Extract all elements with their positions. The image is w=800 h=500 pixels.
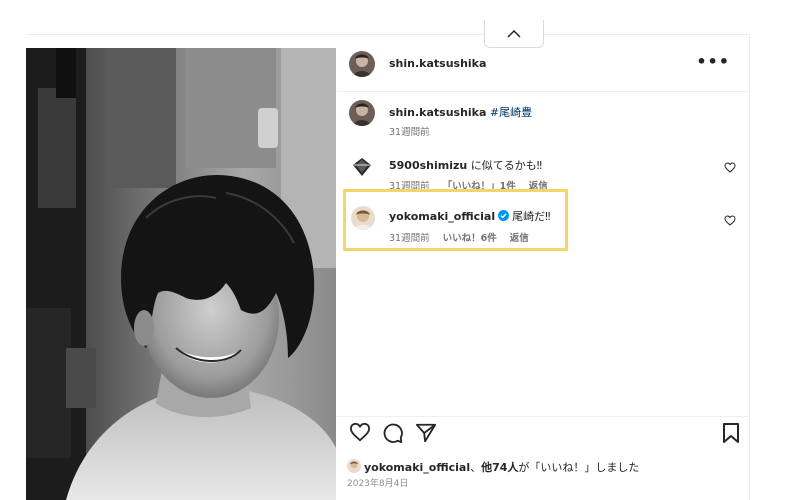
post-date: 2023年8月4日	[347, 479, 409, 489]
author-avatar[interactable]	[349, 51, 375, 77]
comment-2-time[interactable]: 31週間前	[389, 233, 430, 244]
caption-username[interactable]: shin.katsushika	[389, 106, 486, 119]
caption-avatar[interactable]	[349, 100, 375, 126]
comment-1-text: 5900shimizu に似てるかも‼	[389, 157, 542, 173]
more-options-button[interactable]: •••	[696, 52, 730, 71]
post-photo[interactable]	[26, 48, 336, 500]
top-band	[0, 0, 800, 34]
caption-text: shin.katsushika #尾崎豊	[389, 104, 532, 120]
bookmark-icon[interactable]	[722, 422, 740, 444]
liker-avatar[interactable]	[347, 459, 361, 473]
likes-summary: yokomaki_official、他74人が「いいね！」しました	[347, 459, 639, 475]
post-details: shin.katsushika ••• shin.katsushika #尾崎豊…	[337, 34, 750, 500]
comment-2-reply-button[interactable]: 返信	[510, 233, 529, 244]
collapse-button[interactable]	[484, 20, 544, 48]
comment-2-like-heart-icon[interactable]	[724, 215, 736, 226]
chevron-up-icon	[507, 29, 521, 38]
post-image	[26, 48, 336, 500]
actions-divider	[337, 416, 750, 417]
verified-badge-icon	[498, 210, 510, 221]
comment-2-text: yokomaki_official 尾崎だ‼	[389, 208, 550, 224]
comment-1-like-heart-icon[interactable]	[724, 162, 736, 173]
comment-2-meta: 31週間前 いいね！6件 返信	[389, 230, 539, 244]
share-icon[interactable]	[415, 422, 437, 444]
caption-hashtag[interactable]: #尾崎豊	[490, 106, 532, 119]
likes-summary-sep: 、	[470, 461, 482, 474]
heart-icon[interactable]	[349, 422, 371, 442]
likes-summary-others[interactable]: 他74人	[481, 461, 518, 474]
author-username[interactable]: shin.katsushika	[389, 57, 486, 70]
comment-2-likes[interactable]: いいね！6件	[443, 233, 497, 244]
comment-1-username[interactable]: 5900shimizu	[389, 159, 467, 172]
comment-2-body: 尾崎だ‼	[512, 210, 551, 223]
comment-1-body: に似てるかも‼	[470, 159, 543, 172]
comment-avatar-1[interactable]	[351, 156, 373, 178]
comment-2-username[interactable]: yokomaki_official	[389, 210, 495, 223]
diamond-logo-icon	[353, 158, 371, 176]
caption-time[interactable]: 31週間前	[389, 127, 430, 138]
comment-icon[interactable]	[382, 422, 404, 444]
likes-summary-user[interactable]: yokomaki_official	[364, 461, 470, 474]
caption-meta: 31週間前	[389, 124, 440, 138]
likes-summary-suffix: が「いいね！」しました	[518, 461, 640, 474]
comment-avatar-2[interactable]	[351, 206, 375, 230]
